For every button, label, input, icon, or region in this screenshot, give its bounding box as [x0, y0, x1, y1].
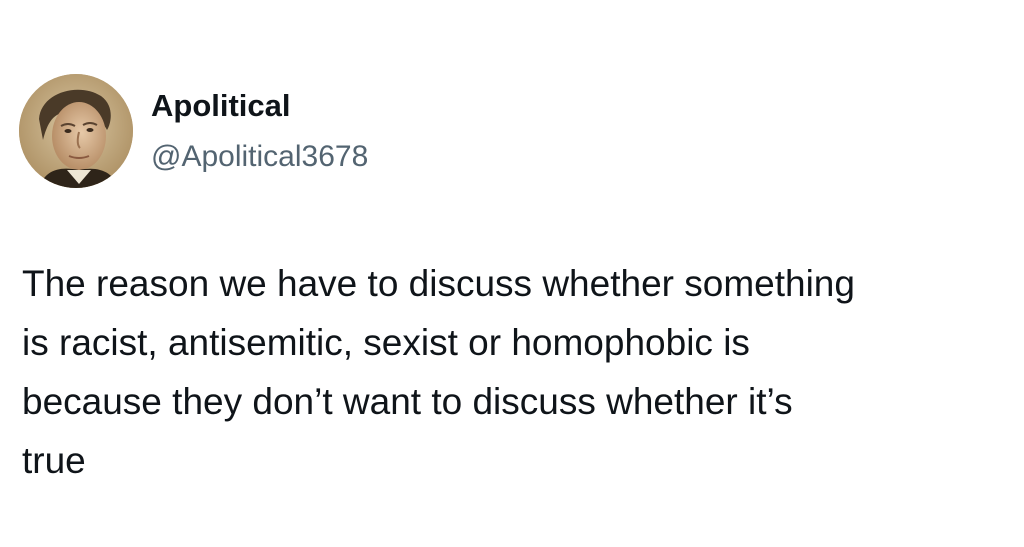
tweet-text-line: true — [22, 440, 86, 481]
tweet-card: Apolitical @Apolitical3678 The reason we… — [0, 0, 1024, 547]
avatar[interactable] — [19, 74, 133, 188]
tweet-text-line: is racist, antisemitic, sexist or homoph… — [22, 322, 750, 363]
author-handle[interactable]: @Apolitical3678 — [151, 137, 368, 177]
tweet-text-line: The reason we have to discuss whether so… — [22, 263, 855, 304]
tweet-text: The reason we have to discuss whether so… — [22, 254, 1012, 490]
author-display-name[interactable]: Apolitical — [151, 86, 291, 126]
tweet-text-line: because they don’t want to discuss wheth… — [22, 381, 793, 422]
portrait-avatar-icon — [19, 74, 133, 188]
